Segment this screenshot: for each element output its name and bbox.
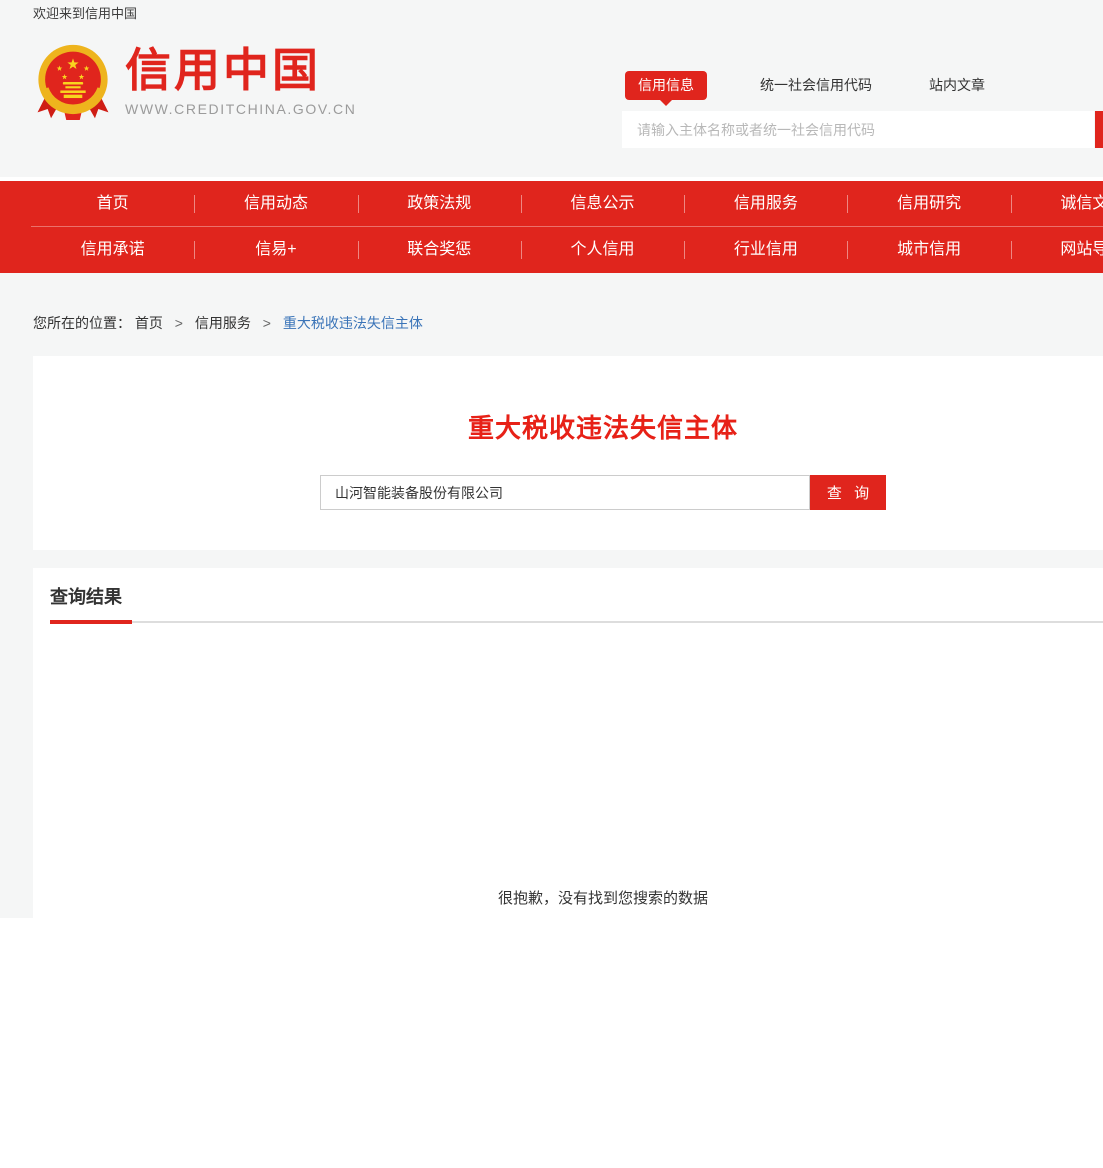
nav-item-joint-rewards-punishments[interactable]: 联合奖惩 (358, 227, 521, 273)
header-search-button[interactable] (1095, 111, 1103, 148)
header-search-bar (622, 111, 1103, 148)
tab-unified-social-credit-code[interactable]: 统一社会信用代码 (760, 75, 872, 95)
nav-item-city-credit[interactable]: 城市信用 (847, 227, 1010, 273)
query-input[interactable] (320, 475, 810, 510)
nav-item-info-disclosure[interactable]: 信息公示 (521, 181, 684, 226)
site-logo[interactable]: 信用中国 WWW.CREDITCHINA.GOV.CN (35, 38, 356, 126)
breadcrumb-current-page[interactable]: 重大税收违法失信主体 (283, 315, 423, 331)
results-heading: 查询结果 (50, 587, 122, 607)
nav-row-1: 首页 信用动态 政策法规 信息公示 信用服务 信用研究 诚信文化 (31, 181, 1103, 227)
nav-item-credit-services[interactable]: 信用服务 (684, 181, 847, 226)
site-url: WWW.CREDITCHINA.GOV.CN (125, 101, 356, 117)
nav-item-site-map[interactable]: 网站导航 (1011, 227, 1103, 273)
breadcrumb-credit-services[interactable]: 信用服务 (195, 315, 251, 331)
breadcrumb-separator: > (263, 315, 271, 331)
site-header: 信用中国 WWW.CREDITCHINA.GOV.CN 信用信息 统一社会信用代… (0, 24, 1103, 177)
site-identity: 信用中国 WWW.CREDITCHINA.GOV.CN (125, 38, 356, 117)
site-name: 信用中国 (125, 46, 356, 94)
query-panel: 重大税收违法失信主体 查 询 (33, 356, 1103, 550)
nav-item-industry-credit[interactable]: 行业信用 (684, 227, 847, 273)
nav-item-credit-news[interactable]: 信用动态 (194, 181, 357, 226)
nav-item-policies[interactable]: 政策法规 (358, 181, 521, 226)
nav-item-home[interactable]: 首页 (31, 181, 194, 226)
query-submit-button[interactable]: 查 询 (810, 475, 886, 510)
tab-site-articles[interactable]: 站内文章 (929, 75, 985, 95)
breadcrumb-separator: > (175, 315, 183, 331)
header-search-input[interactable] (622, 111, 1094, 148)
nav-item-personal-credit[interactable]: 个人信用 (521, 227, 684, 273)
main-navigation: 首页 信用动态 政策法规 信息公示 信用服务 信用研究 诚信文化 信用承诺 信易… (0, 181, 1103, 273)
national-emblem-icon (35, 38, 111, 126)
welcome-bar: 欢迎来到信用中国 (0, 0, 1103, 24)
results-header: 查询结果 (50, 583, 1103, 623)
header-search-area: 信用信息 统一社会信用代码 站内文章 (622, 68, 1103, 148)
query-search-bar: 查 询 (33, 475, 1103, 510)
breadcrumb-home[interactable]: 首页 (135, 315, 163, 331)
page-title: 重大税收违法失信主体 (33, 356, 1103, 445)
nav-item-credit-commitment[interactable]: 信用承诺 (31, 227, 194, 273)
results-heading-underline (50, 620, 132, 624)
tab-credit-info[interactable]: 信用信息 (625, 71, 707, 100)
nav-item-integrity-culture[interactable]: 诚信文化 (1011, 181, 1103, 226)
results-panel: 查询结果 很抱歉，没有找到您搜索的数据 (33, 568, 1103, 1168)
nav-item-xinyi-plus[interactable]: 信易+ (194, 227, 357, 273)
nav-row-2: 信用承诺 信易+ 联合奖惩 个人信用 行业信用 城市信用 网站导航 (31, 227, 1103, 273)
breadcrumb-prefix: 您所在的位置： (33, 315, 131, 331)
empty-result-message: 很抱歉，没有找到您搜索的数据 (33, 887, 1103, 908)
nav-item-credit-research[interactable]: 信用研究 (847, 181, 1010, 226)
search-type-tabs: 信用信息 统一社会信用代码 站内文章 (622, 68, 1103, 102)
welcome-text: 欢迎来到信用中国 (33, 6, 137, 21)
breadcrumb: 您所在的位置： 首页 > 信用服务 > 重大税收违法失信主体 (33, 313, 1103, 333)
